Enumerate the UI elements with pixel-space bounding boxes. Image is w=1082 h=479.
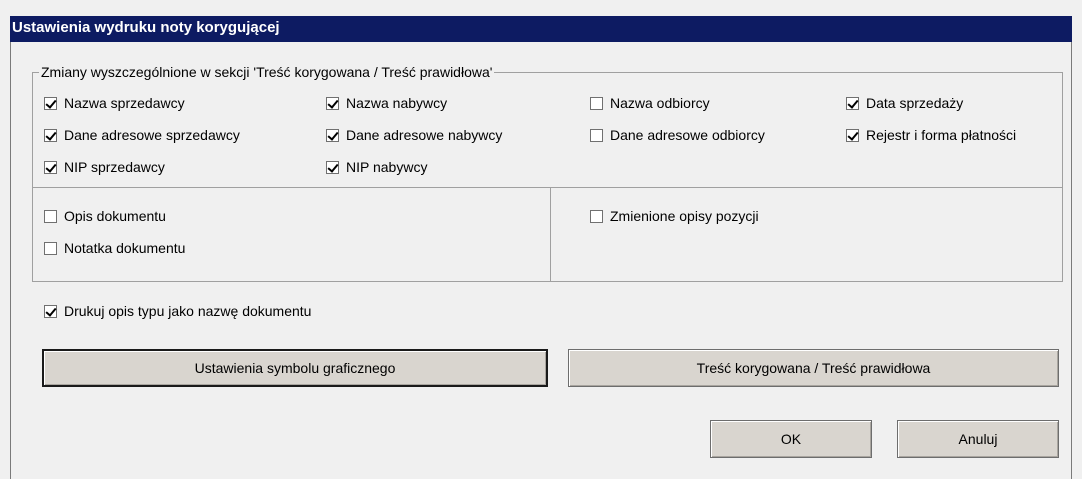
button-label: Anuluj	[958, 431, 998, 447]
group-divider-horizontal	[33, 187, 1062, 188]
checkbox-opis-dokumentu[interactable]: Opis dokumentu	[44, 208, 166, 224]
checkbox-label: Rejestr i forma płatności	[866, 127, 1017, 143]
checkbox-box[interactable]	[44, 128, 57, 142]
checkbox-label: Notatka dokumentu	[64, 240, 186, 256]
title-bar[interactable]: Ustawienia wydruku noty korygującej	[10, 16, 1072, 42]
checkbox-label: Zmienione opisy pozycji	[610, 208, 759, 224]
checkbox-dane-adresowe-nabywcy[interactable]: Dane adresowe nabywcy	[326, 127, 502, 143]
checkbox-label: NIP nabywcy	[346, 159, 428, 175]
checkbox-nazwa-nabywcy[interactable]: Nazwa nabywcy	[326, 95, 447, 111]
checkbox-nazwa-odbiorcy[interactable]: Nazwa odbiorcy	[590, 95, 710, 111]
checkbox-box[interactable]	[44, 96, 57, 110]
checkbox-label: NIP sprzedawcy	[64, 159, 165, 175]
checkbox-label: Data sprzedaży	[866, 95, 964, 111]
checkbox-box[interactable]	[44, 241, 57, 255]
checkbox-box[interactable]	[846, 96, 859, 110]
checkbox-nip-nabywcy[interactable]: NIP nabywcy	[326, 159, 427, 175]
checkbox-box[interactable]	[44, 160, 57, 174]
checkbox-dane-adresowe-sprzedawcy[interactable]: Dane adresowe sprzedawcy	[44, 127, 240, 143]
checkbox-box[interactable]	[44, 304, 57, 318]
checkbox-box[interactable]	[44, 209, 57, 223]
cancel-button[interactable]: Anuluj	[897, 420, 1059, 458]
changes-group-legend: Zmiany wyszczególnione w sekcji 'Treść k…	[39, 64, 495, 80]
checkbox-box[interactable]	[590, 96, 603, 110]
ok-button[interactable]: OK	[710, 420, 872, 458]
checkbox-box[interactable]	[326, 96, 339, 110]
button-label: OK	[780, 431, 802, 447]
checkbox-dane-adresowe-odbiorcy[interactable]: Dane adresowe odbiorcy	[590, 127, 765, 143]
corrected-content-button[interactable]: Treść korygowana / Treść prawidłowa	[568, 349, 1059, 387]
checkbox-box[interactable]	[590, 128, 603, 142]
checkbox-label: Dane adresowe nabywcy	[346, 127, 503, 143]
checkbox-label: Dane adresowe odbiorcy	[610, 127, 765, 143]
checkbox-box[interactable]	[326, 160, 339, 174]
checkbox-label: Drukuj opis typu jako nazwę dokumentu	[64, 303, 312, 319]
checkbox-label: Nazwa nabywcy	[346, 95, 448, 111]
button-label: Treść korygowana / Treść prawidłowa	[696, 360, 931, 376]
checkbox-box[interactable]	[590, 209, 603, 223]
checkbox-label: Dane adresowe sprzedawcy	[64, 127, 240, 143]
button-label: Ustawienia symbolu graficznego	[194, 360, 396, 376]
checkbox-nip-sprzedawcy[interactable]: NIP sprzedawcy	[44, 159, 165, 175]
checkbox-notatka-dokumentu[interactable]: Notatka dokumentu	[44, 240, 185, 256]
checkbox-box[interactable]	[846, 128, 859, 142]
checkbox-zmienione-opisy-pozycji[interactable]: Zmienione opisy pozycji	[590, 208, 759, 224]
graphic-symbol-settings-button[interactable]: Ustawienia symbolu graficznego	[42, 349, 548, 387]
checkbox-label: Nazwa odbiorcy	[610, 95, 710, 111]
checkbox-rejestr-forma-platnosci[interactable]: Rejestr i forma płatności	[846, 127, 1016, 143]
checkbox-box[interactable]	[326, 128, 339, 142]
checkbox-drukuj-opis-typu[interactable]: Drukuj opis typu jako nazwę dokumentu	[44, 303, 311, 319]
checkbox-label: Opis dokumentu	[64, 208, 166, 224]
group-divider-vertical	[550, 188, 551, 281]
window-title: Ustawienia wydruku noty korygującej	[12, 19, 280, 36]
checkbox-label: Nazwa sprzedawcy	[64, 95, 185, 111]
checkbox-data-sprzedazy[interactable]: Data sprzedaży	[846, 95, 963, 111]
checkbox-nazwa-sprzedawcy[interactable]: Nazwa sprzedawcy	[44, 95, 185, 111]
